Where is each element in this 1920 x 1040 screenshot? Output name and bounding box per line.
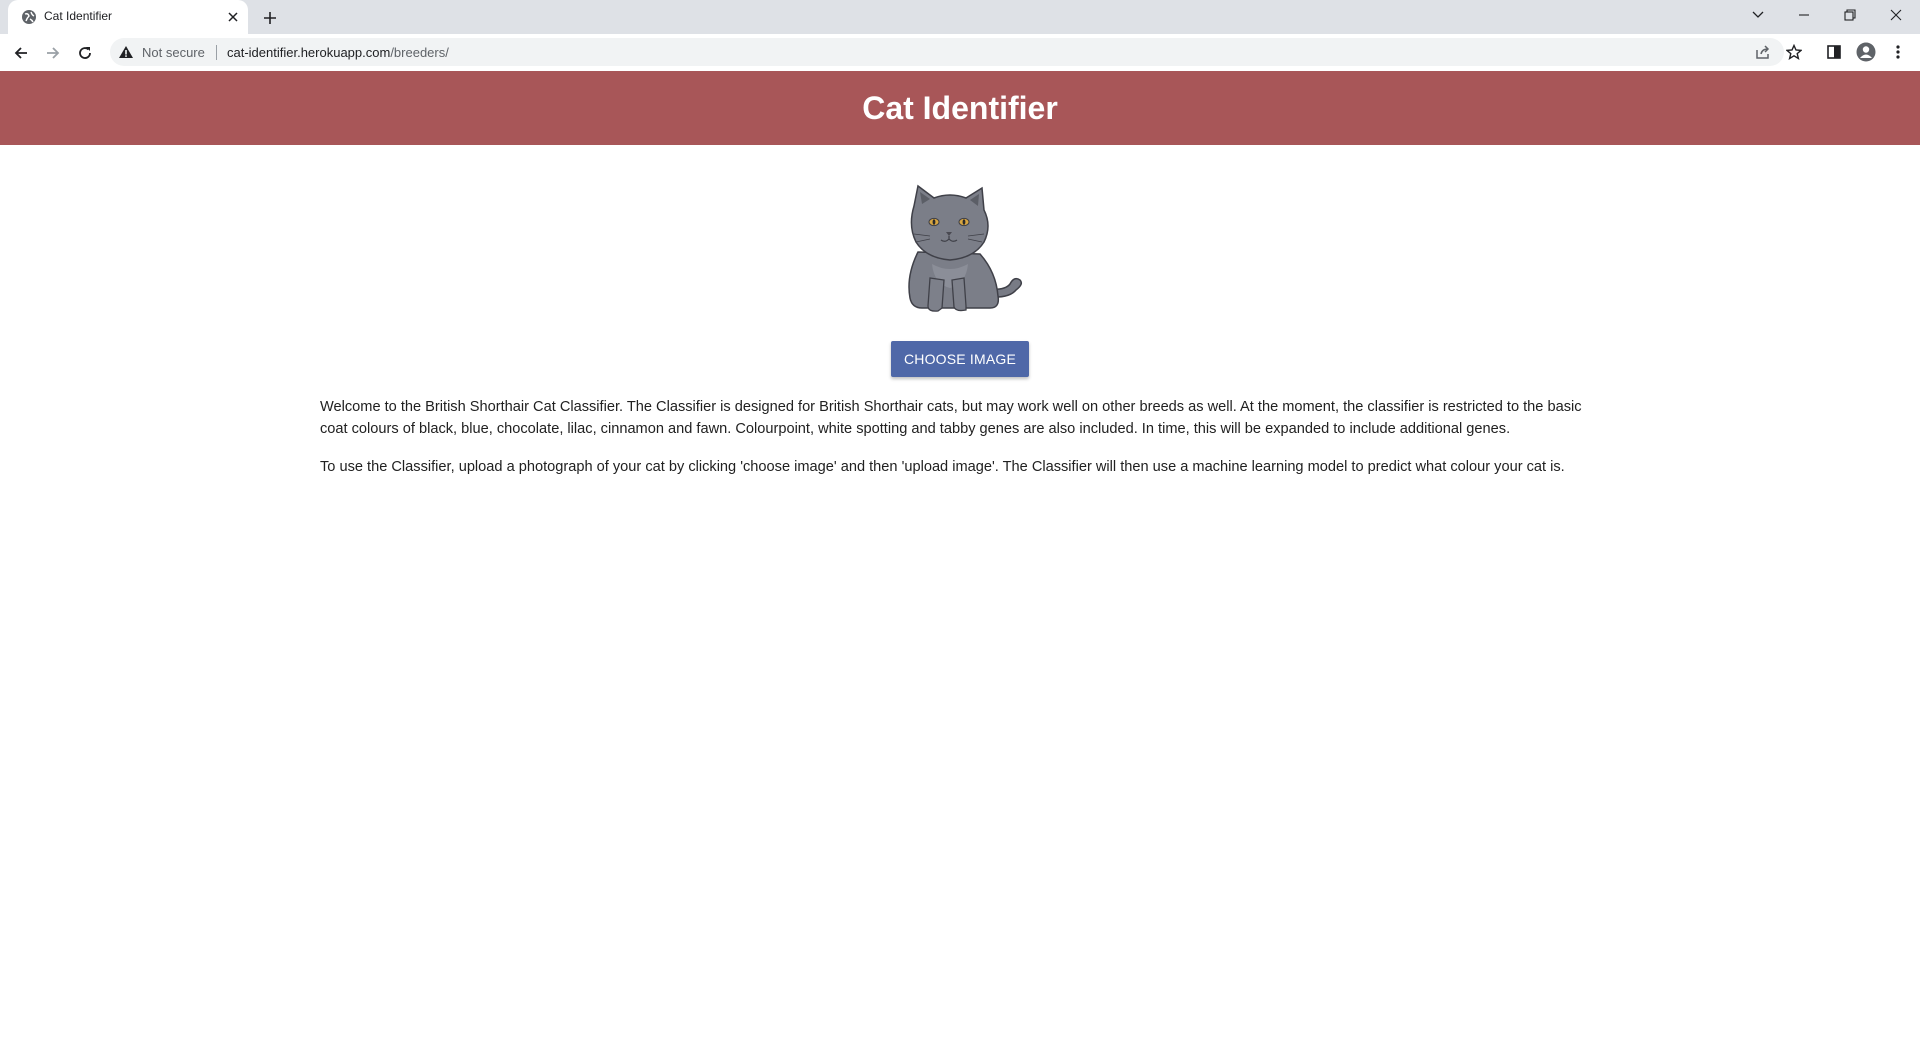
page-title: Cat Identifier: [862, 89, 1058, 126]
intro-paragraph: Welcome to the British Shorthair Cat Cla…: [320, 399, 1582, 437]
url-path: /breeders/: [390, 45, 449, 60]
chevron-down-icon[interactable]: [1735, 0, 1781, 30]
warning-icon[interactable]: [118, 44, 134, 60]
back-icon[interactable]: [7, 39, 35, 67]
divider: [216, 45, 217, 60]
close-icon[interactable]: [224, 8, 242, 26]
minimize-icon[interactable]: [1781, 0, 1827, 30]
share-icon[interactable]: [1754, 43, 1772, 61]
url-host: cat-identifier.herokuapp.com: [227, 45, 391, 60]
page-content: Cat Identifier CHOOSE IMAGE Welcome to t…: [0, 71, 1920, 1040]
page-header: Cat Identifier: [0, 71, 1920, 145]
address-bar[interactable]: Not secure cat-identifier.herokuapp.com/…: [110, 38, 1784, 66]
tab-strip: Cat Identifier: [0, 0, 1920, 34]
close-window-icon[interactable]: [1873, 0, 1919, 30]
plus-icon[interactable]: [258, 6, 282, 30]
browser-toolbar: Not secure cat-identifier.herokuapp.com/…: [0, 34, 1920, 72]
tab-title: Cat Identifier: [44, 9, 113, 23]
url-text[interactable]: cat-identifier.herokuapp.com/breeders/: [227, 45, 449, 60]
reload-icon[interactable]: [71, 39, 99, 67]
security-label[interactable]: Not secure: [142, 45, 205, 60]
profile-icon[interactable]: [1856, 42, 1876, 62]
star-icon[interactable]: [1784, 42, 1804, 62]
more-icon[interactable]: [1888, 42, 1908, 62]
restore-icon[interactable]: [1827, 0, 1873, 30]
instructions-paragraph: To use the Classifier, upload a photogra…: [320, 459, 1565, 475]
side-panel-icon[interactable]: [1824, 42, 1844, 62]
forward-icon[interactable]: [39, 39, 67, 67]
choose-image-button[interactable]: CHOOSE IMAGE: [891, 341, 1029, 377]
globe-icon: [21, 9, 37, 25]
cat-illustration: [894, 184, 1030, 314]
intro-text: Welcome to the British Shorthair Cat Cla…: [320, 396, 1610, 494]
browser-tab[interactable]: Cat Identifier: [8, 0, 248, 34]
